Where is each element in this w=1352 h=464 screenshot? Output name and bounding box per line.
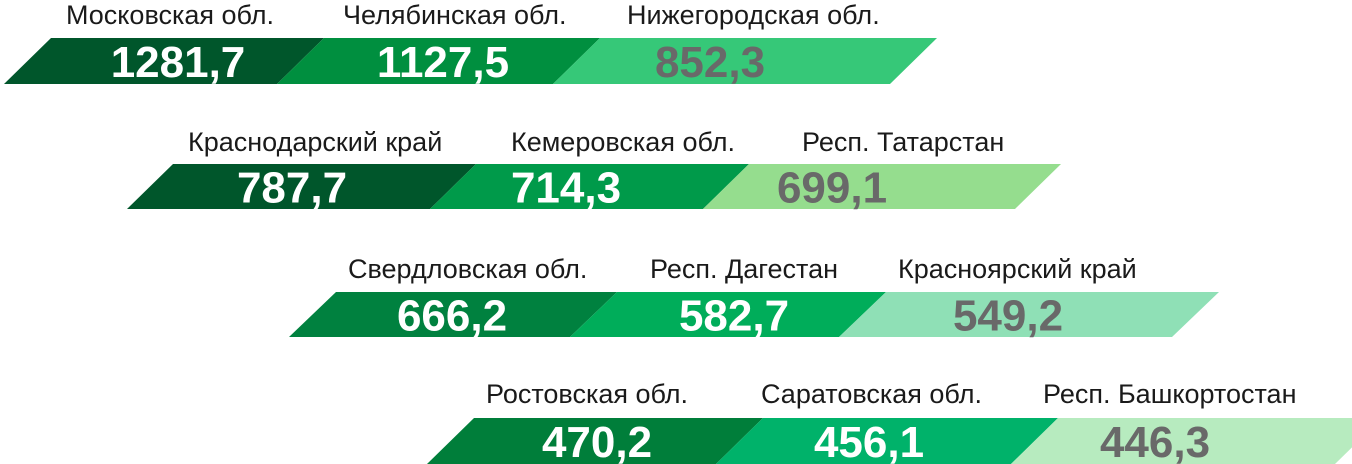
region-label: Респ. Башкортостан (1043, 379, 1296, 409)
chart-row-4: 470,2 Ростовская обл. 456,1 Саратовская обл… (427, 379, 1352, 464)
region-label: Ростовская обл. (486, 379, 688, 409)
region-label: Челябинская обл. (343, 0, 567, 30)
chart-row-1: 1281,7 Московская обл. 1127,5 Челябинская о… (4, 0, 937, 87)
region-label: Свердловская обл. (348, 254, 587, 284)
data-label: 549,2 (953, 292, 1063, 341)
region-label: Красноярский край (898, 254, 1137, 284)
region-label: Краснодарский край (188, 127, 442, 157)
region-label: Саратовская обл. (761, 379, 982, 409)
chart-row-2: 787,7 Краснодарский край 714,3 Кемеровская … (127, 127, 1061, 213)
data-label: 470,2 (542, 418, 652, 464)
data-label: 456,1 (814, 418, 924, 464)
region-label: Респ. Татарстан (802, 127, 1004, 157)
region-label: Кемеровская обл. (511, 127, 735, 157)
data-label: 714,3 (511, 164, 621, 213)
data-label: 699,1 (777, 164, 887, 213)
chart-row-3: 666,2 Свердловская обл. 582,7 Респ. Дагеста… (289, 254, 1219, 341)
data-label: 1281,7 (111, 38, 246, 87)
data-label: 446,3 (1100, 418, 1210, 464)
data-label: 852,3 (655, 38, 765, 87)
regions-chart: 1281,7 Московская обл. 1127,5 Челябинская о… (4, 0, 1352, 464)
data-label: 666,2 (397, 292, 507, 341)
data-label: 787,7 (237, 164, 347, 213)
data-label: 582,7 (679, 292, 789, 341)
data-label: 1127,5 (377, 38, 509, 87)
region-label: Нижегородская обл. (627, 0, 880, 30)
region-label: Московская обл. (66, 0, 274, 30)
region-label: Респ. Дагестан (650, 254, 838, 284)
